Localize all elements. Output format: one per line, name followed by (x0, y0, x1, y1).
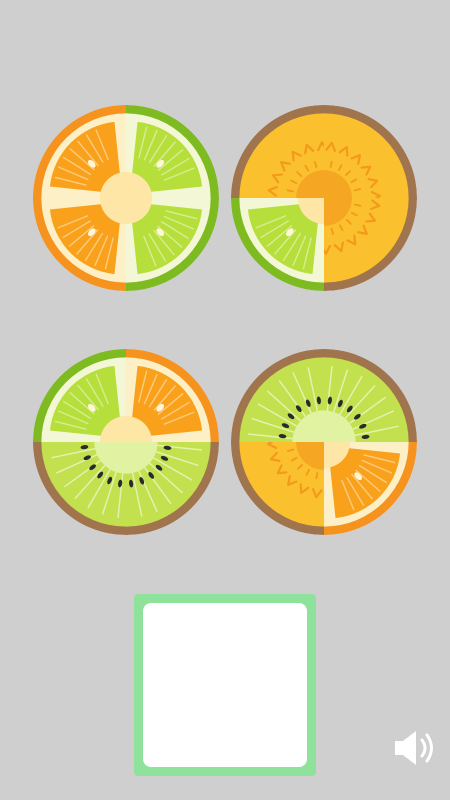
lime-quadrant (126, 198, 219, 291)
passion-quadrant (324, 198, 417, 291)
fruit-tile-3[interactable] (33, 349, 219, 535)
game-board (0, 0, 450, 560)
passion-quadrant (324, 105, 417, 198)
fruit-tile-1[interactable] (33, 105, 219, 291)
sound-toggle-button[interactable] (392, 727, 438, 769)
orange-quadrant (33, 198, 126, 291)
orange-quadrant (33, 105, 126, 198)
kiwi-quadrant (126, 442, 219, 535)
lime-quadrant (231, 198, 324, 291)
fruit-tile-2[interactable] (231, 105, 417, 291)
fruit-tile-4[interactable] (231, 349, 417, 535)
passion-quadrant (231, 105, 324, 198)
kiwi-quadrant (33, 442, 126, 535)
passion-quadrant (231, 442, 324, 535)
answer-drop-area[interactable] (143, 603, 307, 767)
answer-drop-box[interactable] (134, 594, 316, 776)
speaker-icon (395, 731, 433, 765)
kiwi-quadrant (324, 349, 417, 442)
orange-quadrant (324, 442, 417, 535)
lime-quadrant (126, 105, 219, 198)
lime-quadrant (33, 349, 126, 442)
kiwi-quadrant (231, 349, 324, 442)
orange-quadrant (126, 349, 219, 442)
